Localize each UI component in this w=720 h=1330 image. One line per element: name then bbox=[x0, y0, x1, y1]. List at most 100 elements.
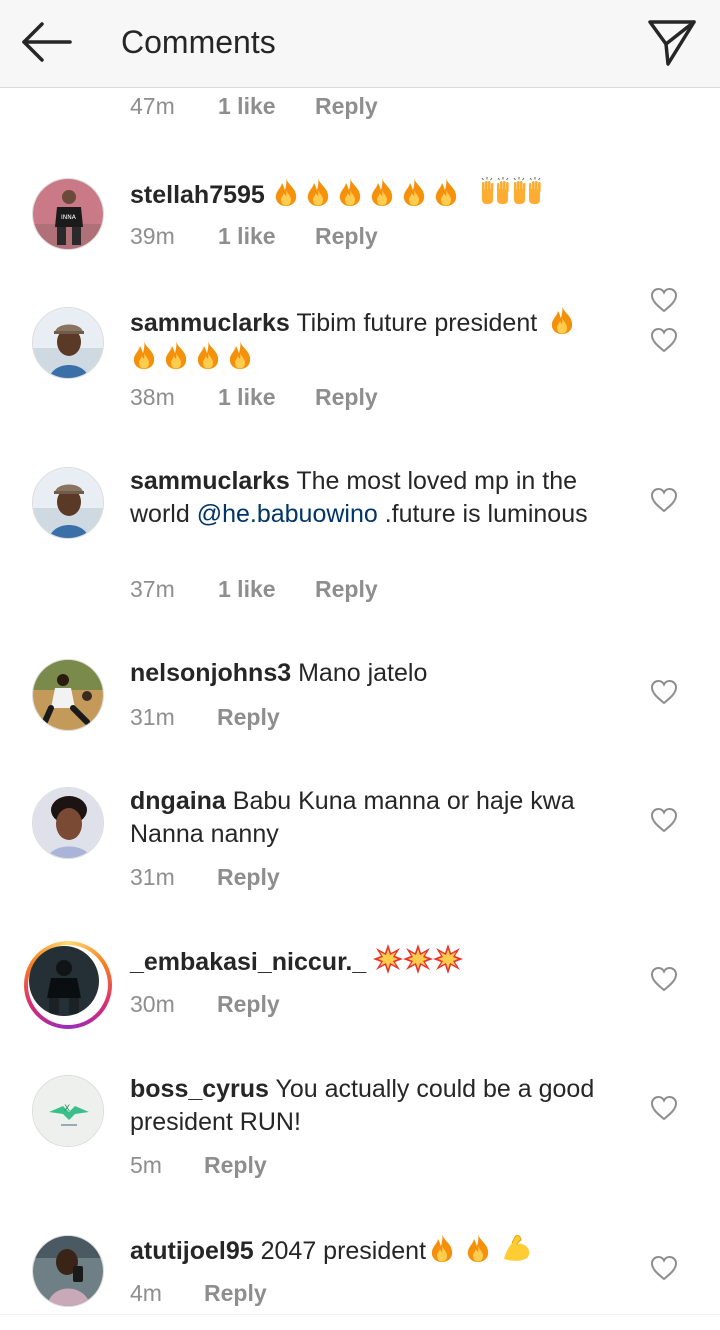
likes-link[interactable]: 1 like bbox=[218, 384, 276, 411]
back-button[interactable] bbox=[18, 18, 78, 68]
collision-icon bbox=[373, 944, 403, 974]
comment-time: 31m bbox=[130, 704, 175, 730]
comment-username[interactable]: atutijoel95 bbox=[130, 1237, 254, 1265]
comment-username[interactable]: sammuclarks bbox=[130, 309, 290, 337]
heart-icon[interactable] bbox=[650, 1255, 678, 1281]
comment-item: sammuclarks The most loved mp in the wor… bbox=[0, 465, 720, 605]
comment-meta: 39m 1 like Reply bbox=[130, 223, 378, 253]
comment-time: 5m bbox=[130, 1152, 162, 1178]
likes-link[interactable]: 1 like bbox=[218, 223, 276, 250]
comment-meta: 31m Reply bbox=[130, 704, 280, 734]
comment-text: .future is luminous bbox=[384, 500, 588, 528]
fire-icon bbox=[368, 177, 396, 207]
comment-username[interactable]: sammuclarks bbox=[130, 467, 290, 495]
reply-button[interactable]: Reply bbox=[217, 991, 280, 1018]
avatar[interactable] bbox=[32, 659, 104, 731]
comment-body: sammuclarks Tibim future president bbox=[130, 305, 625, 375]
fire-icon bbox=[428, 1233, 456, 1263]
comment-item: nelsonjohns3 Mano jatelo 31m Reply bbox=[0, 657, 720, 747]
raised-hands-icon bbox=[511, 177, 543, 207]
fire-icon bbox=[432, 177, 460, 207]
svg-text:INNA: INNA bbox=[61, 214, 77, 221]
collision-icon bbox=[403, 944, 433, 974]
collision-icon bbox=[433, 944, 463, 974]
comment-text: Mano jatelo bbox=[298, 659, 428, 687]
comment-meta: 47m 1 like Reply bbox=[130, 93, 378, 123]
likes-link[interactable]: 1 like bbox=[218, 93, 276, 120]
comment-username[interactable]: dngaina bbox=[130, 787, 226, 815]
fire-icon bbox=[130, 340, 158, 370]
bottom-edge bbox=[0, 1314, 720, 1330]
heart-icon[interactable] bbox=[650, 327, 678, 353]
comment-item: X boss_cyrus You actually could be a goo… bbox=[0, 1073, 720, 1183]
raised-hands-icon bbox=[479, 177, 511, 207]
comment-body: stellah7595 bbox=[130, 177, 625, 212]
fire-icon bbox=[304, 177, 332, 207]
comment-text: Tibim future president bbox=[296, 309, 538, 337]
fire-icon bbox=[226, 340, 254, 370]
fire-icon bbox=[336, 177, 364, 207]
svg-text:X: X bbox=[64, 1104, 70, 1114]
heart-icon[interactable] bbox=[650, 679, 678, 705]
mention-link[interactable]: @he.babuowino bbox=[197, 500, 378, 528]
comment-time: 37m bbox=[130, 576, 175, 602]
comment-username[interactable]: nelsonjohns3 bbox=[130, 659, 291, 687]
avatar[interactable] bbox=[32, 787, 104, 859]
paper-plane-icon bbox=[648, 20, 696, 66]
comment-item: sammuclarks Tibim future president 38m 1… bbox=[0, 305, 720, 435]
comment-item: atutijoel95 2047 president 4m Reply bbox=[0, 1233, 720, 1314]
reply-button[interactable]: Reply bbox=[315, 93, 378, 120]
comment-meta: 30m Reply bbox=[130, 991, 280, 1021]
avatar[interactable]: X bbox=[32, 1075, 104, 1147]
direct-message-button[interactable] bbox=[644, 14, 700, 70]
comment-item: INNA stellah7595 39m 1 like Reply bbox=[0, 177, 720, 287]
comment-username[interactable]: boss_cyrus bbox=[130, 1075, 269, 1103]
comment-meta: 5m Reply bbox=[130, 1152, 267, 1182]
heart-icon[interactable] bbox=[650, 1095, 678, 1121]
header-bar: Comments bbox=[0, 0, 720, 88]
reply-button[interactable]: Reply bbox=[204, 1280, 267, 1307]
flexed-biceps-icon bbox=[500, 1233, 532, 1263]
avatar[interactable] bbox=[32, 1235, 104, 1307]
heart-icon[interactable] bbox=[650, 966, 678, 992]
emoji-run bbox=[272, 181, 547, 209]
reply-button[interactable]: Reply bbox=[204, 1152, 267, 1179]
heart-icon[interactable] bbox=[650, 487, 678, 513]
comment-item: dngaina Babu Kuna manna or haje kwa Nann… bbox=[0, 785, 720, 895]
story-ring[interactable] bbox=[24, 941, 112, 1029]
comment-meta: 37m 1 like Reply bbox=[130, 576, 378, 606]
heart-icon[interactable] bbox=[650, 807, 678, 833]
comment-time: 30m bbox=[130, 991, 175, 1017]
fire-icon bbox=[548, 305, 576, 335]
fire-icon bbox=[464, 1233, 492, 1263]
fire-icon bbox=[162, 340, 190, 370]
reply-button[interactable]: Reply bbox=[315, 576, 378, 603]
comment-text: 2047 president bbox=[260, 1237, 427, 1265]
avatar[interactable] bbox=[32, 307, 104, 379]
comment-username[interactable]: _embakasi_niccur._ bbox=[130, 948, 366, 976]
comment-body: atutijoel95 2047 president bbox=[130, 1233, 625, 1268]
comment-body: sammuclarks The most loved mp in the wor… bbox=[130, 465, 625, 531]
fire-icon bbox=[272, 177, 300, 207]
comment-item: _embakasi_niccur._ 30m Reply bbox=[0, 941, 720, 1034]
comments-list[interactable]: 47m 1 like Reply INNA stellah7595 39m 1 … bbox=[0, 89, 720, 1314]
comment-time: 4m bbox=[130, 1280, 162, 1306]
avatar[interactable] bbox=[32, 467, 104, 539]
page-title: Comments bbox=[121, 24, 276, 60]
comment-time: 38m bbox=[130, 384, 175, 410]
comment-body: dngaina Babu Kuna manna or haje kwa Nann… bbox=[130, 785, 625, 851]
avatar bbox=[29, 946, 99, 1016]
arrow-left-icon bbox=[22, 22, 72, 62]
comment-meta: 4m Reply bbox=[130, 1280, 267, 1310]
reply-button[interactable]: Reply bbox=[315, 223, 378, 250]
reply-button[interactable]: Reply bbox=[217, 864, 280, 891]
reply-button[interactable]: Reply bbox=[315, 384, 378, 411]
comment-time: 31m bbox=[130, 864, 175, 890]
fire-icon bbox=[194, 340, 222, 370]
comment-username[interactable]: stellah7595 bbox=[130, 181, 265, 209]
likes-link[interactable]: 1 like bbox=[218, 576, 276, 603]
comment-time: 39m bbox=[130, 223, 175, 249]
avatar[interactable]: INNA bbox=[32, 178, 104, 250]
comment-meta: 38m 1 like Reply bbox=[130, 384, 378, 414]
reply-button[interactable]: Reply bbox=[217, 704, 280, 731]
